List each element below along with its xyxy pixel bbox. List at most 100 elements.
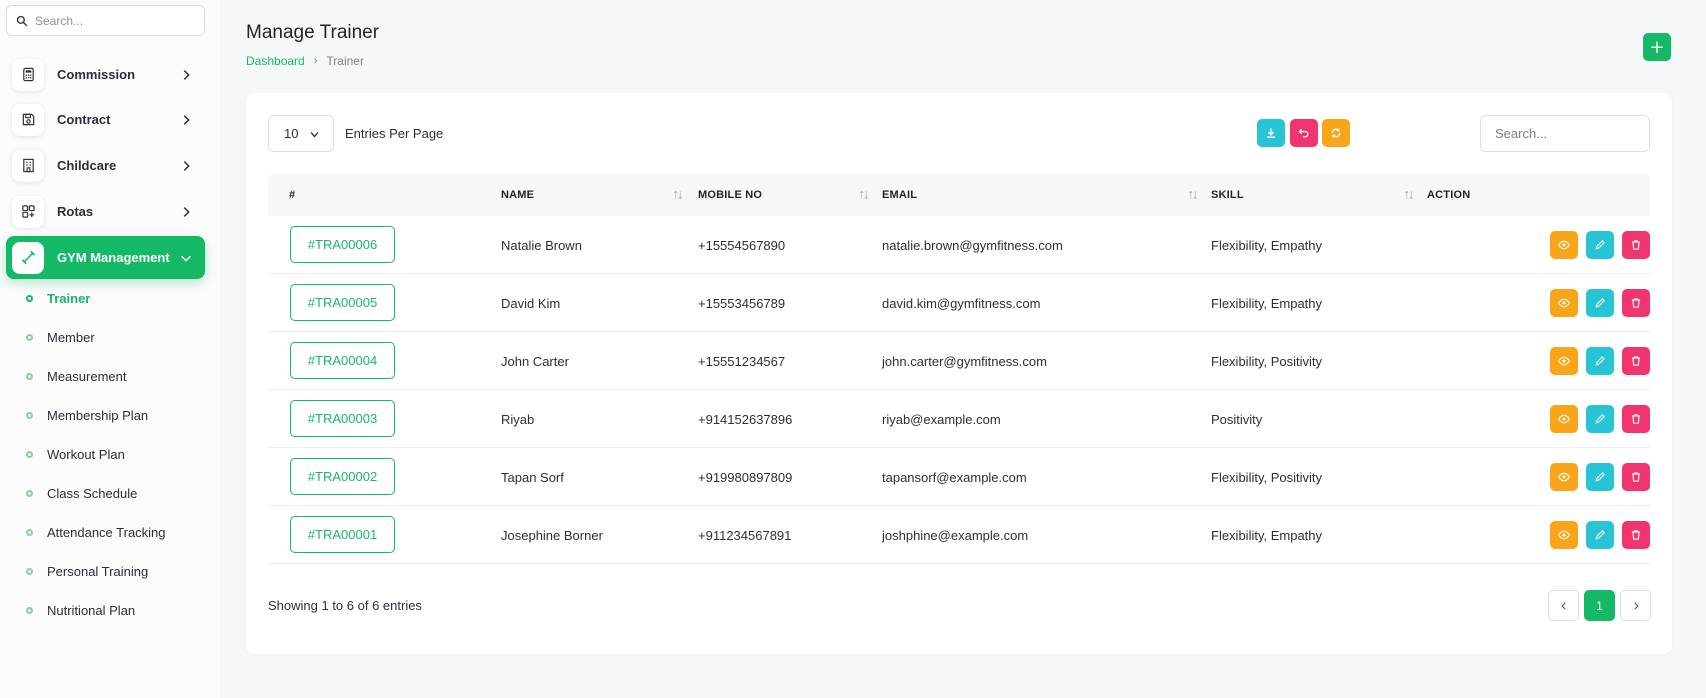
chevron-right-icon — [183, 160, 190, 171]
entries-per-page-value: 10 — [284, 126, 299, 141]
sort-icon[interactable] — [672, 189, 684, 201]
sidebar-item-commission[interactable]: Commission — [6, 53, 205, 96]
trainer-mobile: +919980897809 — [698, 469, 793, 485]
sidebar-search-input[interactable] — [35, 13, 195, 28]
edit-button[interactable] — [1586, 347, 1614, 375]
trainer-id-badge[interactable]: #TRA00001 — [290, 516, 395, 553]
edit-button[interactable] — [1586, 521, 1614, 549]
sort-icon[interactable] — [1187, 189, 1199, 201]
delete-button[interactable] — [1622, 463, 1650, 491]
pencil-icon — [1595, 414, 1605, 424]
trash-icon — [1631, 356, 1641, 366]
sidebar-item-childcare[interactable]: Childcare — [6, 144, 205, 187]
view-button[interactable] — [1550, 405, 1578, 433]
bullet-icon — [26, 411, 33, 419]
trainer-skill: Flexibility, Positivity — [1211, 353, 1323, 369]
pagination-page-button[interactable]: 1 — [1584, 590, 1615, 621]
breadcrumb-dashboard-link[interactable]: Dashboard — [246, 54, 305, 68]
chevron-right-icon — [183, 206, 190, 217]
delete-button[interactable] — [1622, 289, 1650, 317]
sidebar-item-gym-management[interactable]: GYM Management — [6, 236, 205, 279]
sidebar-item-rotas[interactable]: Rotas — [6, 190, 205, 233]
sidebar-subitem-label: Nutritional Plan — [47, 602, 136, 618]
add-trainer-button[interactable]: + — [1643, 33, 1671, 61]
entries-summary: Showing 1 to 6 of 6 entries — [268, 598, 422, 613]
column-header-name[interactable]: NAME — [501, 174, 534, 216]
undo-icon — [1298, 128, 1309, 138]
export-button[interactable] — [1257, 119, 1285, 147]
trainer-name: Natalie Brown — [501, 237, 582, 253]
edit-button[interactable] — [1586, 289, 1614, 317]
pagination-next-button[interactable] — [1620, 590, 1651, 621]
table-row: #TRA00004 John Carter +15551234567 john.… — [268, 332, 1650, 390]
trash-icon — [1631, 240, 1641, 250]
dumbbell-icon — [21, 251, 35, 264]
trainer-id-badge[interactable]: #TRA00006 — [290, 226, 395, 263]
sidebar-subitem-class-schedule[interactable]: Class Schedule — [26, 483, 137, 503]
trainer-email: joshphine@example.com — [882, 527, 1029, 543]
edit-button[interactable] — [1586, 231, 1614, 259]
sidebar-subitem-label: Workout Plan — [47, 446, 125, 462]
view-button[interactable] — [1550, 231, 1578, 259]
sidebar-subitem-trainer[interactable]: Trainer — [26, 288, 90, 308]
sidebar-subitem-personal-training[interactable]: Personal Training — [26, 561, 148, 581]
page-title: Manage Trainer — [246, 22, 380, 43]
column-header-skill[interactable]: SKILL — [1211, 174, 1244, 216]
bullet-icon — [26, 606, 33, 614]
sort-icon[interactable] — [1403, 189, 1415, 201]
trainer-mobile: +15551234567 — [698, 353, 786, 369]
sidebar-subitem-label: Membership Plan — [47, 407, 149, 423]
trainer-email: natalie.brown@gymfitness.com — [882, 237, 1063, 253]
sidebar-subitem-label: Attendance Tracking — [47, 524, 166, 540]
trash-icon — [1631, 298, 1641, 308]
sidebar-item-label: GYM Management — [57, 250, 170, 265]
bullet-icon — [26, 333, 33, 341]
bullet-icon — [26, 450, 33, 458]
refresh-button[interactable] — [1322, 119, 1350, 147]
trash-icon — [1631, 414, 1641, 424]
column-header-email[interactable]: EMAIL — [882, 174, 917, 216]
sidebar-subitem-member[interactable]: Member — [26, 327, 95, 347]
column-header-index: # — [289, 189, 296, 201]
sidebar-item-contract[interactable]: Contract — [6, 98, 205, 141]
trash-icon — [1631, 530, 1641, 540]
edit-button[interactable] — [1586, 405, 1614, 433]
sidebar-subitem-workout-plan[interactable]: Workout Plan — [26, 444, 125, 464]
table-row: #TRA00002 Tapan Sorf +919980897809 tapan… — [268, 448, 1650, 506]
column-header-mobile[interactable]: MOBILE NO — [698, 174, 762, 216]
pencil-icon — [1595, 472, 1605, 482]
pencil-icon — [1595, 356, 1605, 366]
trainer-email: john.carter@gymfitness.com — [882, 353, 1047, 369]
delete-button[interactable] — [1622, 347, 1650, 375]
trainer-skill: Flexibility, Empathy — [1211, 237, 1323, 253]
entries-per-page-select[interactable]: 10 — [268, 115, 334, 152]
delete-button[interactable] — [1622, 521, 1650, 549]
trainer-skill: Flexibility, Empathy — [1211, 295, 1323, 311]
pagination-prev-button[interactable] — [1548, 590, 1579, 621]
view-button[interactable] — [1550, 347, 1578, 375]
trainer-email: david.kim@gymfitness.com — [882, 295, 1041, 311]
view-button[interactable] — [1550, 289, 1578, 317]
table-search-input[interactable] — [1480, 115, 1650, 152]
trainer-id-badge[interactable]: #TRA00003 — [290, 400, 395, 437]
view-button[interactable] — [1550, 463, 1578, 491]
trainer-id-badge[interactable]: #TRA00002 — [290, 458, 395, 495]
sidebar-subitem-membership-plan[interactable]: Membership Plan — [26, 405, 148, 425]
delete-button[interactable] — [1622, 405, 1650, 433]
reset-button[interactable] — [1290, 119, 1318, 147]
sidebar-subitem-nutritional-plan[interactable]: Nutritional Plan — [26, 600, 135, 620]
sidebar-subitem-attendance-tracking[interactable]: Attendance Tracking — [26, 522, 166, 542]
delete-button[interactable] — [1622, 231, 1650, 259]
view-button[interactable] — [1550, 521, 1578, 549]
save-icon — [22, 113, 34, 126]
pencil-icon — [1595, 298, 1605, 308]
chevron-down-icon — [181, 255, 191, 262]
download-icon — [1266, 128, 1276, 138]
trainer-email: tapansorf@example.com — [882, 469, 1027, 485]
sort-icon[interactable] — [858, 189, 870, 201]
trainer-id-badge[interactable]: #TRA00005 — [290, 284, 395, 321]
sidebar-subitem-measurement[interactable]: Measurement — [26, 366, 126, 386]
edit-button[interactable] — [1586, 463, 1614, 491]
sidebar-search — [6, 5, 205, 36]
trainer-id-badge[interactable]: #TRA00004 — [290, 342, 395, 379]
